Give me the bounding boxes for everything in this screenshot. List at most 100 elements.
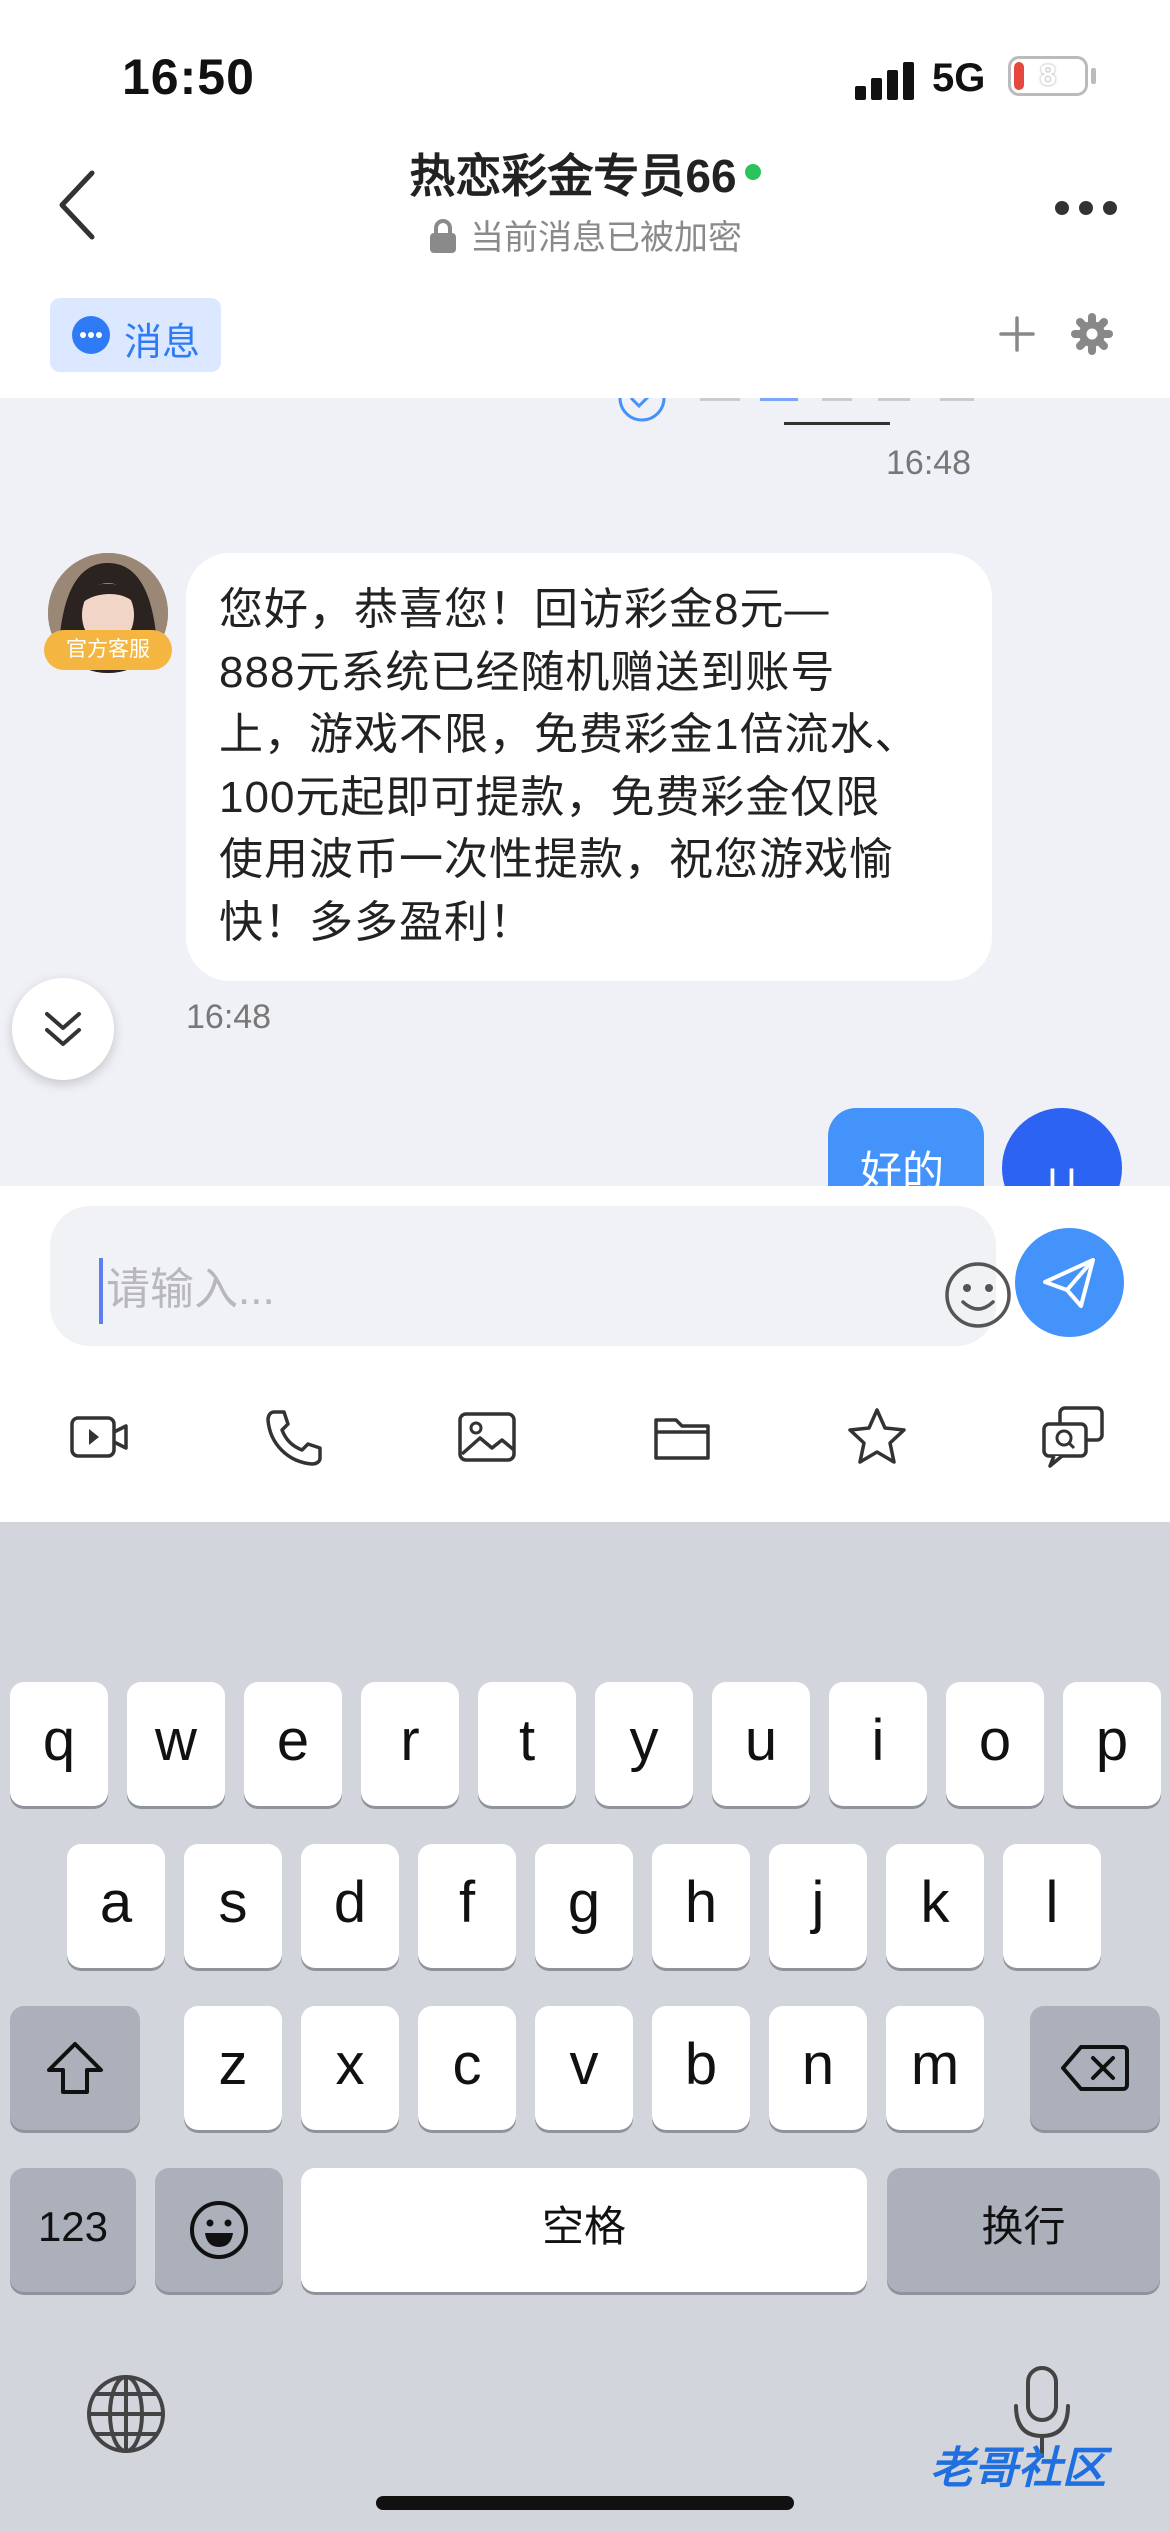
- encryption-note: 当前消息已被加密: [0, 210, 1170, 259]
- tab-messages[interactable]: 消息: [50, 298, 221, 372]
- image-icon: [458, 1412, 516, 1462]
- emoji-icon[interactable]: [943, 1260, 1013, 1330]
- key-t[interactable]: t: [478, 1682, 576, 1806]
- home-indicator: [376, 2496, 794, 2510]
- official-support-badge: 官方客服: [44, 630, 172, 670]
- key-j[interactable]: j: [769, 1844, 867, 1968]
- message-line: 上，游戏不限，免费彩金1倍流水、: [219, 710, 920, 759]
- chat-title[interactable]: 热恋彩金专员66: [0, 140, 1170, 206]
- message-line: 100元起即可提款，免费彩金仅限: [219, 772, 881, 822]
- phone-icon: [266, 1410, 322, 1466]
- lock-icon: [430, 219, 456, 253]
- video-icon: [70, 1416, 128, 1458]
- key-r[interactable]: r: [361, 1682, 459, 1806]
- key-p[interactable]: p: [1063, 1682, 1161, 1806]
- outgoing-message-bubble[interactable]: 好的: [828, 1108, 984, 1186]
- image-fragment: [878, 398, 910, 401]
- image-fragment: [760, 398, 798, 401]
- incoming-message-bubble[interactable]: 您好，恭喜您！回访彩金8元— 888元系统已经随机赠送到账号 上，游戏不限，免费…: [186, 553, 992, 981]
- favorite-button[interactable]: [840, 1400, 914, 1474]
- online-status-dot: [744, 164, 761, 180]
- key-h[interactable]: h: [652, 1844, 750, 1968]
- message-line: 使用波币一次性提款，祝您游戏愉: [219, 835, 894, 884]
- video-call-button[interactable]: [62, 1400, 136, 1474]
- key-e[interactable]: e: [244, 1682, 342, 1806]
- globe-icon[interactable]: [84, 2372, 168, 2456]
- key-i[interactable]: i: [829, 1682, 927, 1806]
- add-button[interactable]: [995, 312, 1039, 356]
- message-line: 888元系统已经随机赠送到账号: [219, 647, 836, 697]
- key-z[interactable]: z: [184, 2006, 282, 2130]
- scroll-to-bottom-button[interactable]: [12, 978, 114, 1080]
- return-key[interactable]: 换行: [887, 2168, 1160, 2292]
- double-chevron-down-icon: [45, 1012, 81, 1046]
- send-button[interactable]: [1015, 1228, 1124, 1337]
- key-v[interactable]: v: [535, 2006, 633, 2130]
- key-c[interactable]: c: [418, 2006, 516, 2130]
- message-line: 您好，恭喜您！回访彩金8元—: [219, 585, 830, 634]
- input-bar: [0, 1186, 1170, 1522]
- image-fragment: [700, 398, 740, 401]
- tab-messages-label: 消息: [124, 322, 201, 364]
- emoji-key[interactable]: [155, 2168, 283, 2292]
- message-input-box[interactable]: [50, 1206, 1011, 1346]
- key-b[interactable]: b: [652, 2006, 750, 2130]
- key-g[interactable]: g: [535, 1844, 633, 1968]
- contact-name: 热恋彩金专员66: [409, 150, 737, 202]
- gear-icon: [1071, 313, 1113, 355]
- key-o[interactable]: o: [946, 1682, 1044, 1806]
- key-q[interactable]: q: [10, 1682, 108, 1806]
- signal-icon: [855, 60, 915, 100]
- more-options-button[interactable]: [1055, 195, 1125, 219]
- key-a[interactable]: a: [67, 1844, 165, 1968]
- status-time: 16:50: [122, 49, 255, 105]
- network-type: 5G: [932, 56, 986, 100]
- key-d[interactable]: d: [301, 1844, 399, 1968]
- key-n[interactable]: n: [769, 2006, 867, 2130]
- attachment-toolbar: [0, 1400, 1170, 1474]
- image-button[interactable]: [450, 1400, 524, 1474]
- voice-call-button[interactable]: [256, 1400, 330, 1474]
- battery-level: 8: [1039, 59, 1057, 92]
- battery-icon: 8: [1008, 56, 1088, 96]
- emoji-icon: [190, 2201, 248, 2259]
- text-caret: [99, 1258, 103, 1324]
- message-input[interactable]: [106, 1248, 886, 1332]
- send-icon: [1043, 1258, 1095, 1308]
- image-fragment: [940, 398, 974, 401]
- chat-area[interactable]: 16:48 官方客服 您好，恭喜您！回访彩金8元— 888元系统已经随机赠送到账…: [0, 398, 1170, 1186]
- key-s[interactable]: s: [184, 1844, 282, 1968]
- message-timestamp: 16:48: [886, 444, 972, 482]
- key-x[interactable]: x: [301, 2006, 399, 2130]
- key-k[interactable]: k: [886, 1844, 984, 1968]
- watermark: 老哥社区: [930, 2444, 1106, 2493]
- star-icon: [848, 1408, 906, 1464]
- shift-icon: [47, 2042, 103, 2094]
- message-timestamp: 16:48: [186, 998, 272, 1036]
- settings-button[interactable]: [1070, 312, 1114, 356]
- screen-share-button[interactable]: [1036, 1400, 1110, 1474]
- check-circle-icon: [618, 398, 666, 422]
- space-key[interactable]: 空格: [301, 2168, 867, 2292]
- key-w[interactable]: w: [127, 1682, 225, 1806]
- chat-bubble-icon: [72, 316, 110, 354]
- key-u[interactable]: u: [712, 1682, 810, 1806]
- key-l[interactable]: l: [1003, 1844, 1101, 1968]
- key-y[interactable]: y: [595, 1682, 693, 1806]
- image-fragment: [822, 398, 852, 401]
- chat-search-icon: [1042, 1406, 1104, 1468]
- status-bar: 16:50 5G 8: [0, 0, 1170, 140]
- folder-icon: [654, 1418, 710, 1460]
- encryption-text: 当前消息已被加密: [470, 219, 742, 257]
- backspace-icon: [1061, 2045, 1129, 2091]
- battery-nub: [1091, 68, 1096, 84]
- shift-key[interactable]: [10, 2006, 140, 2130]
- file-button[interactable]: [646, 1400, 720, 1474]
- numbers-key[interactable]: 123: [10, 2168, 136, 2292]
- keyboard: q w e r t y u i o p a s d f g h j k l z …: [0, 1522, 1170, 2532]
- key-m[interactable]: m: [886, 2006, 984, 2130]
- message-line: 快！多多盈利！: [219, 897, 534, 947]
- key-f[interactable]: f: [418, 1844, 516, 1968]
- delete-key[interactable]: [1030, 2006, 1160, 2130]
- my-avatar[interactable]: U: [1002, 1108, 1122, 1186]
